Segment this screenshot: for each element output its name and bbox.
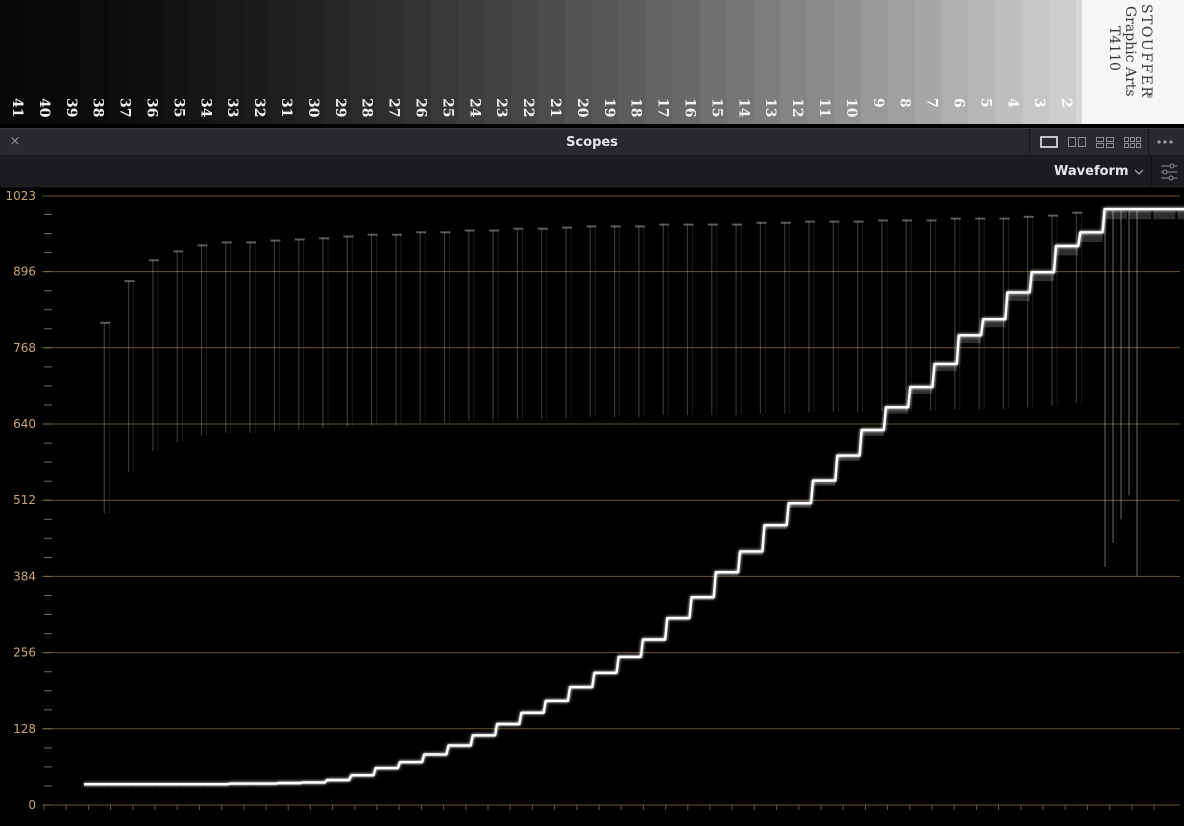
brand-name: STOUFFER — [1138, 4, 1154, 98]
step-number-label: 13 — [762, 98, 778, 117]
chevron-down-icon — [1135, 169, 1144, 175]
scale-label: 0 — [28, 798, 36, 812]
brand-subtitle: Graphic Arts — [1122, 6, 1138, 97]
step-number-label: 20 — [574, 98, 590, 118]
dual-view-button[interactable] — [1066, 135, 1088, 150]
scale-label: 384 — [13, 569, 36, 583]
step-number-label: 2 — [1058, 98, 1074, 108]
step-number-label: 19 — [601, 98, 617, 117]
scale-label: 896 — [13, 265, 36, 279]
step-number-label: 6 — [951, 98, 967, 108]
quad-view-icon — [1096, 137, 1114, 148]
step-number-label: 29 — [332, 98, 348, 117]
scale-label: 128 — [13, 722, 36, 736]
close-icon: × — [9, 134, 21, 149]
step-number-label: 15 — [708, 98, 724, 117]
more-options-button[interactable] — [1152, 133, 1178, 151]
step-number-label: 32 — [251, 98, 267, 117]
step-number-label: 11 — [816, 98, 832, 117]
waveform-scope: 1023 896 768 640 512 384 256 128 0 — [0, 188, 1184, 826]
scope-settings-button[interactable] — [1151, 156, 1184, 187]
step-number-label: 25 — [439, 98, 455, 117]
step-number-label: 14 — [735, 98, 751, 118]
single-view-icon — [1040, 136, 1058, 148]
step-number-label: 36 — [144, 98, 160, 117]
single-view-button[interactable] — [1038, 135, 1060, 150]
step-number-label: 21 — [547, 98, 563, 117]
scale-label: 512 — [13, 493, 36, 507]
step-number-label: 34 — [197, 98, 213, 118]
step-wedge-graphic: 41 40 39 38 37 36 35 34 33 32 31 30 29 28 27 26 25 24 23 22… — [0, 0, 1184, 124]
sliders-icon — [1161, 163, 1177, 181]
close-panel-button[interactable]: × — [6, 133, 24, 151]
step-number-label: 22 — [520, 98, 536, 117]
dual-view-icon — [1068, 137, 1086, 147]
step-number-label: 7 — [924, 98, 940, 108]
step-number-label: 40 — [36, 98, 52, 118]
screen: 41 40 39 38 37 36 35 34 33 32 31 30 29 28 27 26 25 24 23 22… — [0, 0, 1184, 826]
step-number-label: 4 — [1004, 98, 1020, 108]
step-number-label: 17 — [655, 98, 671, 117]
step-number-label: 5 — [977, 98, 993, 108]
scope-mode-dropdown[interactable]: Waveform — [1054, 160, 1144, 184]
scope-mode-label: Waveform — [1054, 164, 1129, 179]
step-number-label: 26 — [413, 98, 429, 117]
scale-label: 640 — [13, 417, 36, 431]
scale-label: 256 — [13, 646, 36, 660]
waveform-trace — [84, 207, 1184, 787]
step-number-label: 28 — [359, 98, 375, 117]
step-number-label: 23 — [493, 98, 509, 117]
step-number-label: 12 — [789, 98, 805, 117]
layout-toggle-group — [1029, 129, 1149, 156]
step-number-label: 18 — [628, 98, 644, 117]
quad-view-button[interactable] — [1094, 135, 1116, 150]
step-number-label: 30 — [305, 98, 321, 118]
step-number-label: 37 — [117, 98, 133, 117]
step-number-label: 9 — [870, 98, 886, 108]
scale-label: 768 — [13, 341, 36, 355]
step-number-label: 24 — [466, 98, 482, 118]
step-number-label: 27 — [386, 98, 402, 117]
step-number-label: 39 — [63, 98, 79, 117]
scopes-toolbar: Waveform — [0, 156, 1184, 188]
scale-label: 1023 — [5, 189, 36, 203]
step-number-label: 31 — [278, 98, 294, 117]
panel-title: Scopes — [566, 135, 618, 150]
step-number-label: 35 — [170, 98, 186, 117]
step-number-label: 41 — [9, 98, 25, 117]
scopes-panel-header: × Scopes — [0, 128, 1184, 156]
step-number-label: 3 — [1031, 98, 1047, 108]
full-grid-view-button[interactable] — [1122, 135, 1144, 150]
step-number-label: 16 — [682, 98, 698, 117]
more-options-icon — [1157, 140, 1173, 144]
registered-mark: ® — [1145, 92, 1153, 99]
graticule — [42, 195, 1180, 810]
brand-model: T4110 — [1106, 26, 1122, 71]
step-number-label: 10 — [843, 98, 859, 118]
step-wedge-strip: 41 40 39 38 37 36 35 34 33 32 31 30 29 28 27 26 25 24 23 22… — [0, 0, 1184, 124]
step-number-label: 33 — [224, 98, 240, 117]
scale-labels: 1023 896 768 640 512 384 256 128 0 — [5, 189, 36, 812]
full-grid-view-icon — [1124, 137, 1141, 148]
waveform-display: 1023 896 768 640 512 384 256 128 0 — [5, 189, 1184, 812]
step-number-label: 38 — [90, 98, 106, 117]
step-number-label: 8 — [897, 98, 913, 108]
